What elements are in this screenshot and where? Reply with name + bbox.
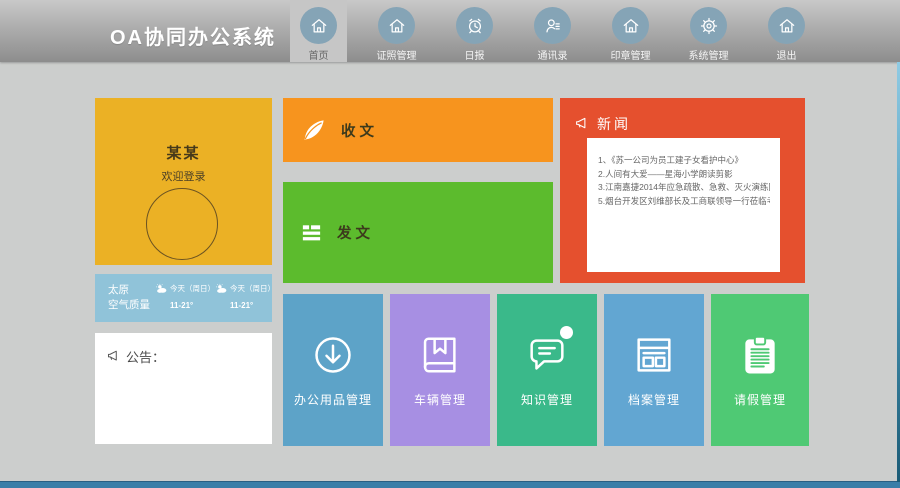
alarm-clock-icon	[456, 7, 493, 44]
nav-item-label: 退出	[777, 47, 797, 62]
module-leave[interactable]: 请假管理	[711, 294, 809, 446]
module-knowledge[interactable]: 知识管理	[497, 294, 597, 446]
news-list: 1、《苏一公司为员工建子女看护中心》 2.人间有大爱——星海小学朗读剪影 3.江…	[587, 138, 780, 272]
sun-cloud-icon	[155, 283, 168, 294]
weather-temp: 11-21°	[170, 301, 215, 310]
archive-icon	[604, 332, 704, 378]
nav-item-label: 系统管理	[689, 47, 729, 62]
module-label: 办公用品管理	[283, 391, 383, 408]
module-label: 知识管理	[497, 391, 597, 408]
news-title: 新闻	[597, 114, 631, 134]
sun-cloud-icon	[215, 283, 228, 294]
nav-item-label: 印章管理	[611, 47, 651, 62]
module-vehicles[interactable]: 车辆管理	[390, 294, 490, 446]
welcome-text: 欢迎登录	[95, 168, 272, 184]
inbox-label: 收文	[341, 120, 378, 141]
nav-item-daily-report[interactable]: 日报	[446, 0, 503, 62]
module-label: 档案管理	[604, 391, 704, 408]
home-icon	[612, 7, 649, 44]
news-item[interactable]: 1、《苏一公司为员工建子女看护中心》	[598, 154, 770, 168]
avatar-placeholder-circle	[146, 188, 218, 260]
home-icon	[768, 7, 805, 44]
weather-card: 太原 空气质量 今天（周日） 11-21° 今天（周日） 11-21°	[95, 274, 272, 322]
app-title: OA协同办公系统	[110, 21, 276, 50]
user-name: 某某	[95, 142, 272, 163]
list-icon	[300, 221, 323, 244]
nav-item-label: 首页	[309, 47, 329, 62]
weather-location: 太原 空气质量	[108, 283, 150, 313]
weather-day: 今天（周日）	[170, 283, 215, 294]
news-item[interactable]: 5.烟台开发区刘维部长及工商联领导一行莅临考察指导	[598, 195, 770, 209]
nav-item-licenses[interactable]: 证照管理	[368, 0, 425, 62]
header-bar: OA协同办公系统 首页 证照管理 日报 通讯录	[0, 0, 900, 62]
notification-dot	[560, 326, 573, 339]
notice-card: 公告：	[95, 333, 272, 444]
module-archives[interactable]: 档案管理	[604, 294, 704, 446]
chat-bubble-icon	[497, 332, 597, 378]
gear-icon	[690, 7, 727, 44]
nav-item-home[interactable]: 首页	[290, 0, 347, 62]
nav-item-label: 日报	[465, 47, 485, 62]
download-circle-icon	[283, 332, 383, 378]
profile-card: 某某 欢迎登录	[95, 98, 272, 265]
feather-icon	[300, 117, 327, 144]
module-office-supplies[interactable]: 办公用品管理	[283, 294, 383, 446]
nav-item-seals[interactable]: 印章管理	[602, 0, 659, 62]
nav-item-label: 证照管理	[377, 47, 417, 62]
weather-temp: 11-21°	[230, 301, 275, 310]
footer-bar	[0, 481, 900, 488]
outbox-card[interactable]: 发文	[283, 182, 553, 283]
weather-entry: 今天（周日） 11-21°	[215, 283, 275, 310]
top-nav: 首页 证照管理 日报 通讯录 印章管理	[290, 0, 836, 62]
megaphone-icon	[106, 348, 123, 365]
weather-air-quality-label: 空气质量	[108, 298, 150, 313]
weather-day: 今天（周日）	[230, 283, 275, 294]
megaphone-icon	[574, 115, 592, 133]
module-label: 请假管理	[711, 391, 809, 408]
weather-entry: 今天（周日） 11-21°	[155, 283, 215, 310]
news-card: 新闻 1、《苏一公司为员工建子女看护中心》 2.人间有大爱——星海小学朗读剪影 …	[560, 98, 805, 283]
nav-item-logout[interactable]: 退出	[758, 0, 815, 62]
news-item[interactable]: 2.人间有大爱——星海小学朗读剪影	[598, 168, 770, 182]
book-icon	[390, 332, 490, 378]
nav-item-contacts[interactable]: 通讯录	[524, 0, 581, 62]
outbox-label: 发文	[337, 222, 374, 243]
nav-item-label: 通讯录	[538, 47, 568, 62]
contacts-icon	[534, 7, 571, 44]
home-icon	[300, 7, 337, 44]
notice-title: 公告：	[126, 347, 165, 366]
news-item[interactable]: 3.江南嘉捷2014年应急疏散、急救、灭火演练圆满落幕	[598, 181, 770, 195]
inbox-card[interactable]: 收文	[283, 98, 553, 162]
module-label: 车辆管理	[390, 391, 490, 408]
weather-city: 太原	[108, 283, 150, 298]
clipboard-icon	[711, 332, 809, 378]
home-icon	[378, 7, 415, 44]
nav-item-system[interactable]: 系统管理	[680, 0, 737, 62]
